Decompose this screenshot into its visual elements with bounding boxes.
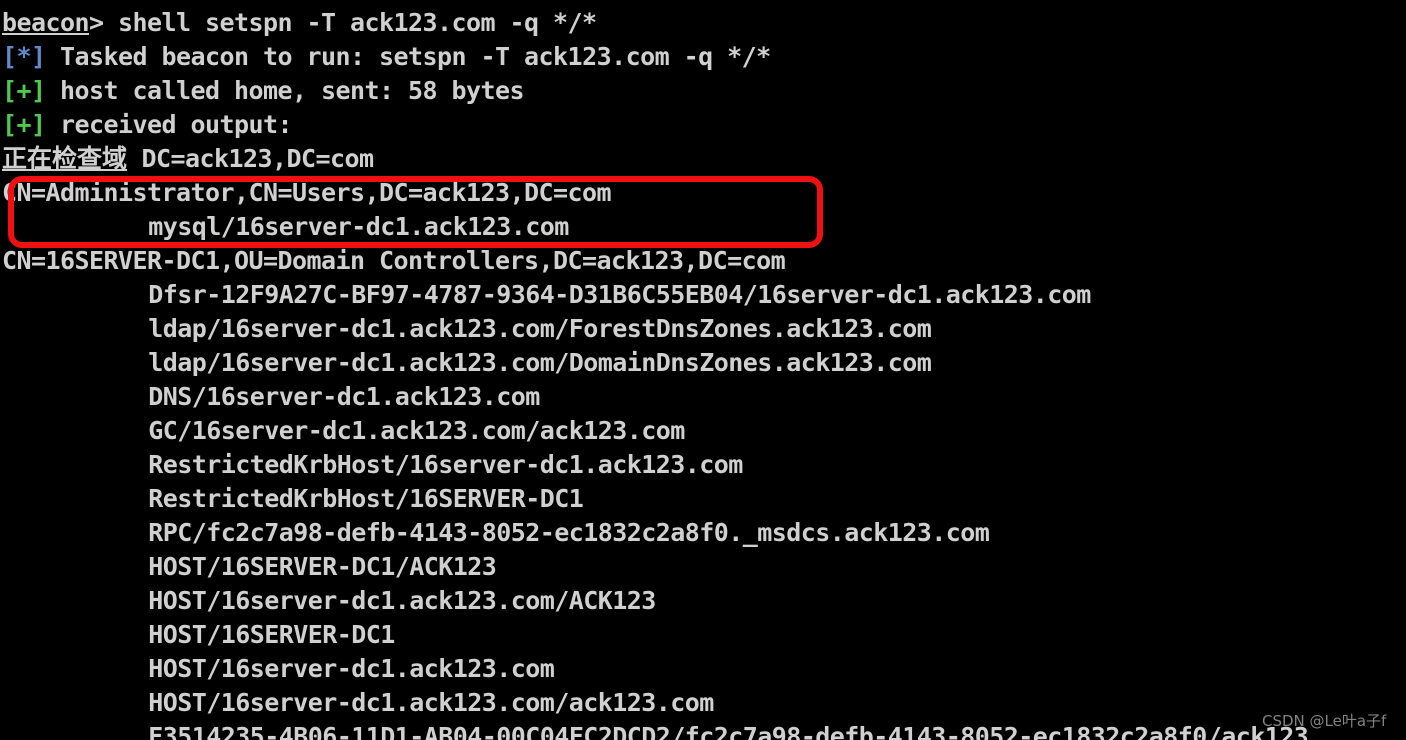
prompt-line-seg-0: beacon [2,8,90,37]
spn-restrictedkrbhost-fqdn-line-seg-0: RestrictedKrbHost/16server-dc1.ack123.co… [148,450,743,479]
spn-host-fqdn-line-seg-0: HOST/16server-dc1.ack123.com [148,654,555,683]
spn-restrictedkrbhost-fqdn-line: RestrictedKrbHost/16server-dc1.ack123.co… [148,448,743,482]
spn-ldap-domaindnszones-line: ldap/16server-dc1.ack123.com/DomainDnsZo… [148,346,932,380]
csdn-watermark: CSDN @Le叶a子f [1262,712,1387,730]
spn-host-fqdn-domain-line: HOST/16server-dc1.ack123.com/ack123.com [148,686,714,720]
spn-dfsr-line-seg-0: Dfsr-12F9A27C-BF97-4787-9364-D31B6C55EB0… [148,280,1091,309]
received-output-line: [+] received output: [2,108,293,142]
host-called-home-line-seg-0: [+] [2,76,46,105]
checking-domain-line: 正在检查域 DC=ack123,DC=com [2,142,374,176]
host-called-home-line-seg-1: host called home, sent: 58 bytes [45,76,525,105]
spn-restrictedkrbhost-netbios-line-seg-0: RestrictedKrbHost/16SERVER-DC1 [148,484,584,513]
spn-gc-line-seg-0: GC/16server-dc1.ack123.com/ack123.com [148,416,685,445]
checking-domain-line-seg-0: 正在检查域 [2,144,128,173]
spn-ldap-domaindnszones-line-seg-0: ldap/16server-dc1.ack123.com/DomainDnsZo… [148,348,932,377]
cn-administrator-line-seg-0: CN=Administrator,CN=Users,DC=ack123,DC=c… [2,178,612,207]
spn-dns-line-seg-0: DNS/16server-dc1.ack123.com [148,382,540,411]
cn-administrator-line: CN=Administrator,CN=Users,DC=ack123,DC=c… [2,176,612,210]
cn-16server-dc1-line: CN=16SERVER-DC1,OU=Domain Controllers,DC… [2,244,786,278]
spn-rpc-line: RPC/fc2c7a98-defb-4143-8052-ec1832c2a8f0… [148,516,990,550]
spn-host-netbios-line-seg-0: HOST/16SERVER-DC1 [148,620,395,649]
terminal-output[interactable]: beacon> shell setspn -T ack123.com -q */… [0,0,1406,740]
spn-host-fqdn-ack123-line: HOST/16server-dc1.ack123.com/ACK123 [148,584,656,618]
spn-gc-line: GC/16server-dc1.ack123.com/ack123.com [148,414,685,448]
prompt-line-seg-1: > shell setspn -T ack123.com -q */* [89,8,597,37]
received-output-line-seg-1: received output: [45,110,293,139]
tasked-line: [*] Tasked beacon to run: setspn -T ack1… [2,40,771,74]
spn-host-netbios-line: HOST/16SERVER-DC1 [148,618,395,652]
tasked-line-seg-1: Tasked beacon to run: setspn -T ack123.c… [45,42,771,71]
spn-host-fqdn-ack123-line-seg-0: HOST/16server-dc1.ack123.com/ACK123 [148,586,656,615]
spn-restrictedkrbhost-netbios-line: RestrictedKrbHost/16SERVER-DC1 [148,482,584,516]
spn-ldap-forestdnszones-line-seg-0: ldap/16server-dc1.ack123.com/ForestDnsZo… [148,314,932,343]
spn-dns-line: DNS/16server-dc1.ack123.com [148,380,540,414]
received-output-line-seg-0: [+] [2,110,46,139]
spn-host-fqdn-line: HOST/16server-dc1.ack123.com [148,652,555,686]
spn-mysql-line-seg-0: mysql/16server-dc1.ack123.com [148,212,569,241]
spn-host-netbios-ack123-line-seg-0: HOST/16SERVER-DC1/ACK123 [148,552,497,581]
spn-mysql-line: mysql/16server-dc1.ack123.com [148,210,569,244]
cn-16server-dc1-line-seg-0: CN=16SERVER-DC1,OU=Domain Controllers,DC… [2,246,786,275]
spn-host-fqdn-domain-line-seg-0: HOST/16server-dc1.ack123.com/ack123.com [148,688,714,717]
spn-rpc-line-seg-0: RPC/fc2c7a98-defb-4143-8052-ec1832c2a8f0… [148,518,990,547]
spn-host-netbios-ack123-line: HOST/16SERVER-DC1/ACK123 [148,550,497,584]
prompt-line: beacon> shell setspn -T ack123.com -q */… [2,6,597,40]
spn-e3514235-line-seg-0: E3514235-4B06-11D1-AB04-00C04FC2DCD2/fc2… [148,722,1309,740]
host-called-home-line: [+] host called home, sent: 58 bytes [2,74,525,108]
checking-domain-line-seg-1: DC=ack123,DC=com [127,144,375,173]
spn-dfsr-line: Dfsr-12F9A27C-BF97-4787-9364-D31B6C55EB0… [148,278,1091,312]
tasked-line-seg-0: [*] [2,42,46,71]
spn-ldap-forestdnszones-line: ldap/16server-dc1.ack123.com/ForestDnsZo… [148,312,932,346]
spn-e3514235-line: E3514235-4B06-11D1-AB04-00C04FC2DCD2/fc2… [148,720,1309,740]
